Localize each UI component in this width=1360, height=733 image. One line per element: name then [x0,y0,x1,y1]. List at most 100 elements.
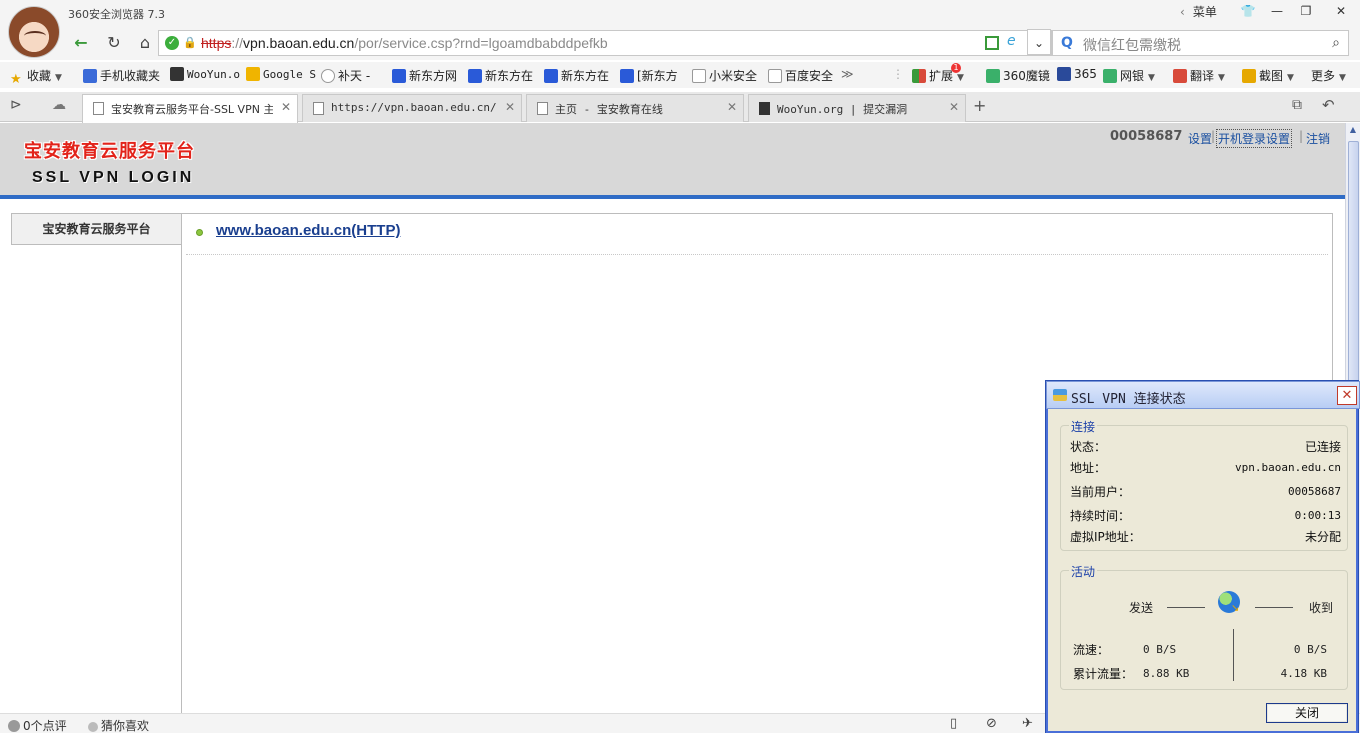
dot-icon [88,722,98,732]
close-icon[interactable]: ✕ [727,100,737,114]
favorite-item[interactable]: 补天 - [321,67,370,84]
tab-home[interactable]: 主页 - 宝安教育在线 ✕ [526,94,744,122]
activity-legend: 活动 [1069,563,1098,580]
safe-365-button[interactable]: 365 [1057,67,1097,81]
qr-code-icon[interactable] [985,36,999,50]
comments-status[interactable]: 0个点评 [8,717,67,733]
user-avatar[interactable] [8,6,60,58]
status-label: 状态： [1070,440,1107,454]
receive-line [1255,607,1293,608]
menu-button[interactable]: ‹ 菜单 [1180,3,1217,20]
favorite-item[interactable]: 小米安全 [692,67,757,84]
tab-wooyun[interactable]: WooYun.org | 提交漏洞 ✕ [748,94,966,122]
cloud-icon[interactable]: ☁ [52,97,66,113]
duration-label: 持续时间： [1070,509,1131,523]
menu-label: 菜单 [1192,5,1217,19]
tab-vpn[interactable]: 宝安教育云服务平台-SSL VPN 主 ✕ [82,94,298,123]
vpn-status-dialog: SSL VPN 连接状态 ✕ 连接 状态： 已连接 地址： vpn.baoan.… [1046,381,1360,733]
chevron-down-icon: ▼ [55,73,62,83]
favorite-item[interactable]: [新东方 [620,67,678,84]
url-text[interactable]: https://vpn.baoan.edu.cn/por/service.csp… [201,35,608,51]
address-bar[interactable]: ✓ 🔒 https://vpn.baoan.edu.cn/por/service… [158,30,1052,56]
close-icon[interactable]: ✕ [949,100,959,114]
close-icon[interactable]: ✕ [281,100,291,114]
home-button[interactable]: ⌂ [132,30,158,56]
favorite-item[interactable]: 百度安全 [768,67,833,84]
favorite-item[interactable]: 手机收藏夹 [83,67,160,84]
app-title: 360安全浏览器 7.3 [68,8,165,21]
mirror-label: 360魔镜 [1003,69,1050,83]
receive-label: 收到 [1309,601,1334,615]
connection-group: 连接 状态： 已连接 地址： vpn.baoan.edu.cn 当前用户： 00… [1060,418,1348,551]
safe-365-label: 365 [1074,67,1097,81]
logout-link[interactable]: 注销 [1306,130,1330,147]
url-protocol: https [201,35,232,51]
resource-link[interactable]: www.baoan.edu.cn(HTTP) [216,222,400,239]
screenshot-button[interactable]: 截图 ▼ [1242,67,1294,84]
dialog-titlebar[interactable]: SSL VPN 连接状态 ✕ [1046,381,1360,409]
lock-icon[interactable]: 🔒 [183,35,197,51]
favorite-collect[interactable]: ★ 收藏 ▼ [10,67,62,87]
maximize-button[interactable]: ❐ [1292,1,1320,21]
mobile-icon[interactable]: ▯ [950,716,957,731]
google-icon [246,67,260,81]
page-icon [692,69,706,83]
undo-close-icon[interactable]: ↶ [1322,96,1335,114]
guess-you-like[interactable]: 猜你喜欢 [88,717,149,733]
screenshot-label: 截图 [1259,69,1284,83]
settings-link[interactable]: 设置 [1188,130,1212,147]
search-engine-icon[interactable]: Q [1061,35,1073,51]
close-icon[interactable]: ✕ [505,100,515,114]
page-header: 宝安教育云服务平台 SSL VPN LOGIN 00058687 设置 | 开机… [0,123,1345,199]
screenshot-icon [1242,69,1256,83]
site-title: 宝安教育云服务平台 [24,141,195,162]
paw-icon [392,69,406,83]
favorite-item[interactable]: WooYun.o [170,67,240,81]
more-label: 更多 [1311,69,1336,83]
paw-icon [620,69,634,83]
translate-button[interactable]: 翻译 ▼ [1173,67,1225,84]
back-button[interactable]: ← [68,30,94,56]
search-icon[interactable]: ⌕ [1332,35,1340,51]
url-host: vpn.baoan.edu.cn [243,35,355,51]
refresh-button[interactable]: ↻ [101,30,127,56]
ie-mode-icon[interactable]: e [1007,33,1016,49]
dialog-title: SSL VPN 连接状态 [1071,392,1186,407]
bank-button[interactable]: 网银 ▼ [1103,67,1155,84]
favorite-label: 新东方在 [485,69,534,83]
mirror-button[interactable]: 360魔镜 [986,67,1050,84]
pin-icon[interactable]: ✈ [1022,716,1033,731]
favorite-item[interactable]: Google S [246,67,316,81]
new-tab-button[interactable]: + [973,96,986,115]
accelerate-icon[interactable]: ⊘ [986,716,997,731]
current-user-label: 当前用户： [1070,485,1131,499]
more-favorites-icon[interactable]: ≫ [841,67,854,81]
scroll-up-icon[interactable]: ▲ [1347,125,1359,139]
favorite-label: 收藏 [27,69,52,83]
skin-icon[interactable]: 👕 [1234,1,1262,21]
startup-login-settings-link[interactable]: 开机登录设置 [1216,129,1293,148]
bullet-icon [196,229,203,236]
url-path: /por/service.csp?rnd=lgoamdbabddpefkb [354,35,608,51]
minimize-button[interactable]: — [1263,1,1291,21]
total-recv-value: 4.18 KB [1280,667,1327,680]
favorite-item[interactable]: 新东方在 [468,67,533,84]
chevron-down-icon: ▼ [1287,73,1294,83]
dialog-close-button[interactable]: ✕ [1337,386,1357,405]
favorite-item[interactable]: 新东方在 [544,67,609,84]
translate-icon [1173,69,1187,83]
resource-group-tab[interactable]: 宝安教育云服务平台 [11,213,181,245]
window-close-button[interactable]: ✕ [1324,1,1358,21]
wooyun-icon [170,67,184,81]
chevron-down-icon[interactable]: ⌄ [1027,29,1051,55]
favorite-item[interactable]: 新东方网 [392,67,457,84]
check-shield-icon[interactable]: ✓ [165,36,179,50]
divider-icon: ⋮ [892,67,904,81]
close-button[interactable]: 关闭 [1266,703,1348,723]
search-input[interactable]: Q 微信红包需缴税 ⌕ [1052,30,1349,56]
total-traffic-label: 累计流量： [1073,667,1134,681]
tab-list-icon[interactable]: ⧉ [1292,97,1302,113]
sidebar-toggle-icon[interactable]: ⊳ [10,97,22,113]
more-button[interactable]: 更多 ▼ [1311,67,1346,84]
tab-vpn-url[interactable]: https://vpn.baoan.edu.cn/por ✕ [302,94,522,122]
